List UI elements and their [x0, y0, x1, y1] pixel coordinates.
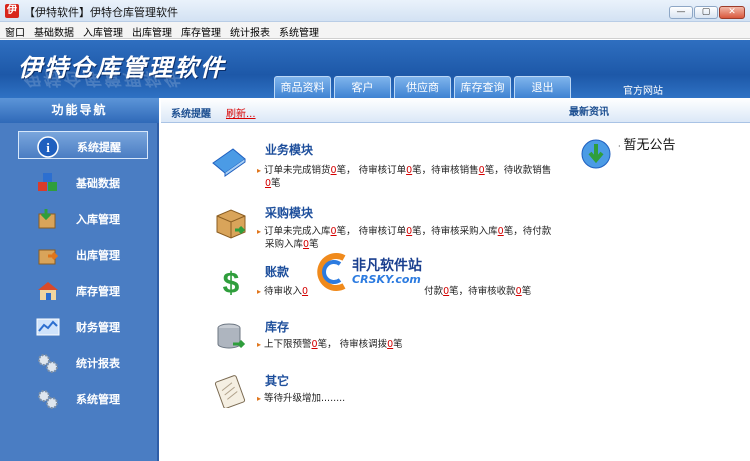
tab-suppliers[interactable]: 供应商	[394, 76, 451, 98]
module-title[interactable]: 其它	[265, 372, 289, 389]
sidebar-item-finance[interactable]: 财务管理	[18, 312, 148, 340]
header-banner: 伊特仓库管理软件 伊特仓库管理软件 商品资料 客户 供应商 库存查询 退出 官方…	[0, 40, 750, 98]
package-icon	[213, 206, 249, 242]
count-link[interactable]: 0	[302, 286, 308, 297]
dollar-icon: $	[213, 265, 249, 301]
content-header: 系统提醒 刷新... 最新资讯	[161, 98, 750, 123]
system-reminder-title: 系统提醒	[171, 109, 211, 120]
tab-customers[interactable]: 客户	[334, 76, 391, 98]
sidebar-item-inventory[interactable]: 库存管理	[18, 276, 148, 304]
module-line: ▸ 订单未完成入库0笔， 待审核订单0笔，待审核采购入库0笔，待付款	[257, 226, 552, 237]
latest-news-title: 最新资讯	[569, 107, 609, 118]
gears-icon	[36, 352, 58, 373]
stock-module: 库存 ▸ 上下限预警0笔， 待审核调拨0笔	[205, 318, 585, 354]
svg-text:$: $	[223, 267, 240, 299]
arrow-icon: ▸	[257, 227, 262, 236]
refresh-link[interactable]: 刷新...	[226, 105, 256, 120]
sidebar-item-label: 基础数据	[76, 177, 120, 190]
module-title[interactable]: 账款	[265, 263, 289, 280]
svg-text:i: i	[46, 140, 50, 155]
gears-icon	[36, 388, 58, 409]
database-icon	[213, 320, 249, 356]
warehouse-icon	[36, 280, 58, 300]
sidebar-item-label: 统计报表	[76, 357, 120, 370]
title-bar: 伊 【伊特软件】伊特仓库管理软件 — ▢ ✕	[0, 0, 750, 22]
sidebar-item-reports[interactable]: 统计报表	[18, 348, 148, 376]
minimize-button[interactable]: —	[669, 6, 693, 19]
module-title[interactable]: 采购模块	[265, 204, 313, 221]
book-icon	[209, 143, 246, 179]
sidebar-item-label: 出库管理	[76, 249, 120, 262]
box-in-icon	[36, 208, 58, 229]
purchase-module: 采购模块 ▸ 订单未完成入库0笔， 待审核订单0笔，待审核采购入库0笔，待付款 采…	[205, 204, 585, 250]
arrow-icon: ▸	[257, 166, 262, 175]
module-line: ▸ 等待升级增加........	[257, 393, 346, 404]
tab-exit[interactable]: 退出	[514, 76, 571, 98]
menu-inbound[interactable]: 入库管理	[78, 22, 127, 39]
tab-products[interactable]: 商品资料	[274, 76, 331, 98]
menu-outbound[interactable]: 出库管理	[127, 22, 176, 39]
chart-icon	[36, 316, 60, 336]
sidebar-item-label: 系统提醒	[77, 141, 121, 154]
clipboard-icon	[213, 374, 249, 410]
sidebar-item-label: 系统管理	[76, 393, 120, 406]
module-line: 0笔	[265, 178, 281, 189]
sidebar-item-system-management[interactable]: 系统管理	[18, 384, 148, 412]
watermark: 非凡软件站 CRSKY.com	[312, 250, 442, 294]
cubes-icon	[36, 172, 58, 192]
sidebar-item-inbound[interactable]: 入库管理	[18, 204, 148, 232]
close-button[interactable]: ✕	[719, 6, 745, 19]
module-line: ▸ 订单未完成销货0笔， 待审核订单0笔，待审核销售0笔，待收款销售	[257, 165, 552, 176]
sidebar-item-label: 库存管理	[76, 285, 120, 298]
module-line: 采购入库0笔	[265, 239, 319, 250]
sidebar-heading: 功能导航	[0, 98, 159, 123]
sidebar: 功能导航 i 系统提醒 基础数据 入库管理 出库管理 库存管理 财务管理 统计报…	[0, 98, 159, 461]
notice-globe-icon	[580, 138, 612, 172]
tab-stock-query[interactable]: 库存查询	[454, 76, 511, 98]
menu-bar: 窗口 基础数据 入库管理 出库管理 库存管理 统计报表 系统管理	[0, 22, 750, 39]
box-out-icon	[36, 244, 59, 265]
menu-system[interactable]: 系统管理	[274, 22, 323, 39]
menu-window[interactable]: 窗口	[0, 22, 29, 39]
sidebar-item-basic-data[interactable]: 基础数据	[18, 168, 148, 196]
info-icon: i	[37, 136, 59, 158]
module-title[interactable]: 库存	[265, 318, 289, 335]
watermark-logo-icon	[314, 252, 350, 295]
watermark-text: 非凡软件站	[352, 258, 422, 274]
notice-text: · 暂无公告	[618, 138, 676, 153]
watermark-subtext: CRSKY.com	[352, 273, 421, 286]
arrow-icon: ▸	[257, 287, 262, 296]
app-icon: 伊	[5, 4, 19, 18]
menu-reports[interactable]: 统计报表	[225, 22, 274, 39]
menu-inventory[interactable]: 库存管理	[176, 22, 225, 39]
business-module: 业务模块 ▸ 订单未完成销货0笔， 待审核订单0笔，待审核销售0笔，待收款销售 0…	[205, 141, 585, 189]
sidebar-item-label: 入库管理	[76, 213, 120, 226]
window-title: 【伊特软件】伊特仓库管理软件	[24, 6, 178, 19]
module-title[interactable]: 业务模块	[265, 141, 313, 158]
arrow-icon: ▸	[257, 394, 262, 403]
logo-reflection: 伊特仓库管理软件	[22, 68, 182, 88]
sidebar-item-outbound[interactable]: 出库管理	[18, 240, 148, 268]
sidebar-item-system-reminder[interactable]: i 系统提醒	[18, 131, 148, 159]
sidebar-item-label: 财务管理	[76, 321, 120, 334]
other-module: 其它 ▸ 等待升级增加........	[205, 372, 585, 410]
module-line: ▸ 上下限预警0笔， 待审核调拨0笔	[257, 339, 403, 350]
restore-button[interactable]: ▢	[694, 6, 718, 19]
arrow-icon: ▸	[257, 340, 262, 349]
menu-basic-data[interactable]: 基础数据	[29, 22, 78, 39]
official-site-link[interactable]: 官方网站	[623, 82, 663, 97]
